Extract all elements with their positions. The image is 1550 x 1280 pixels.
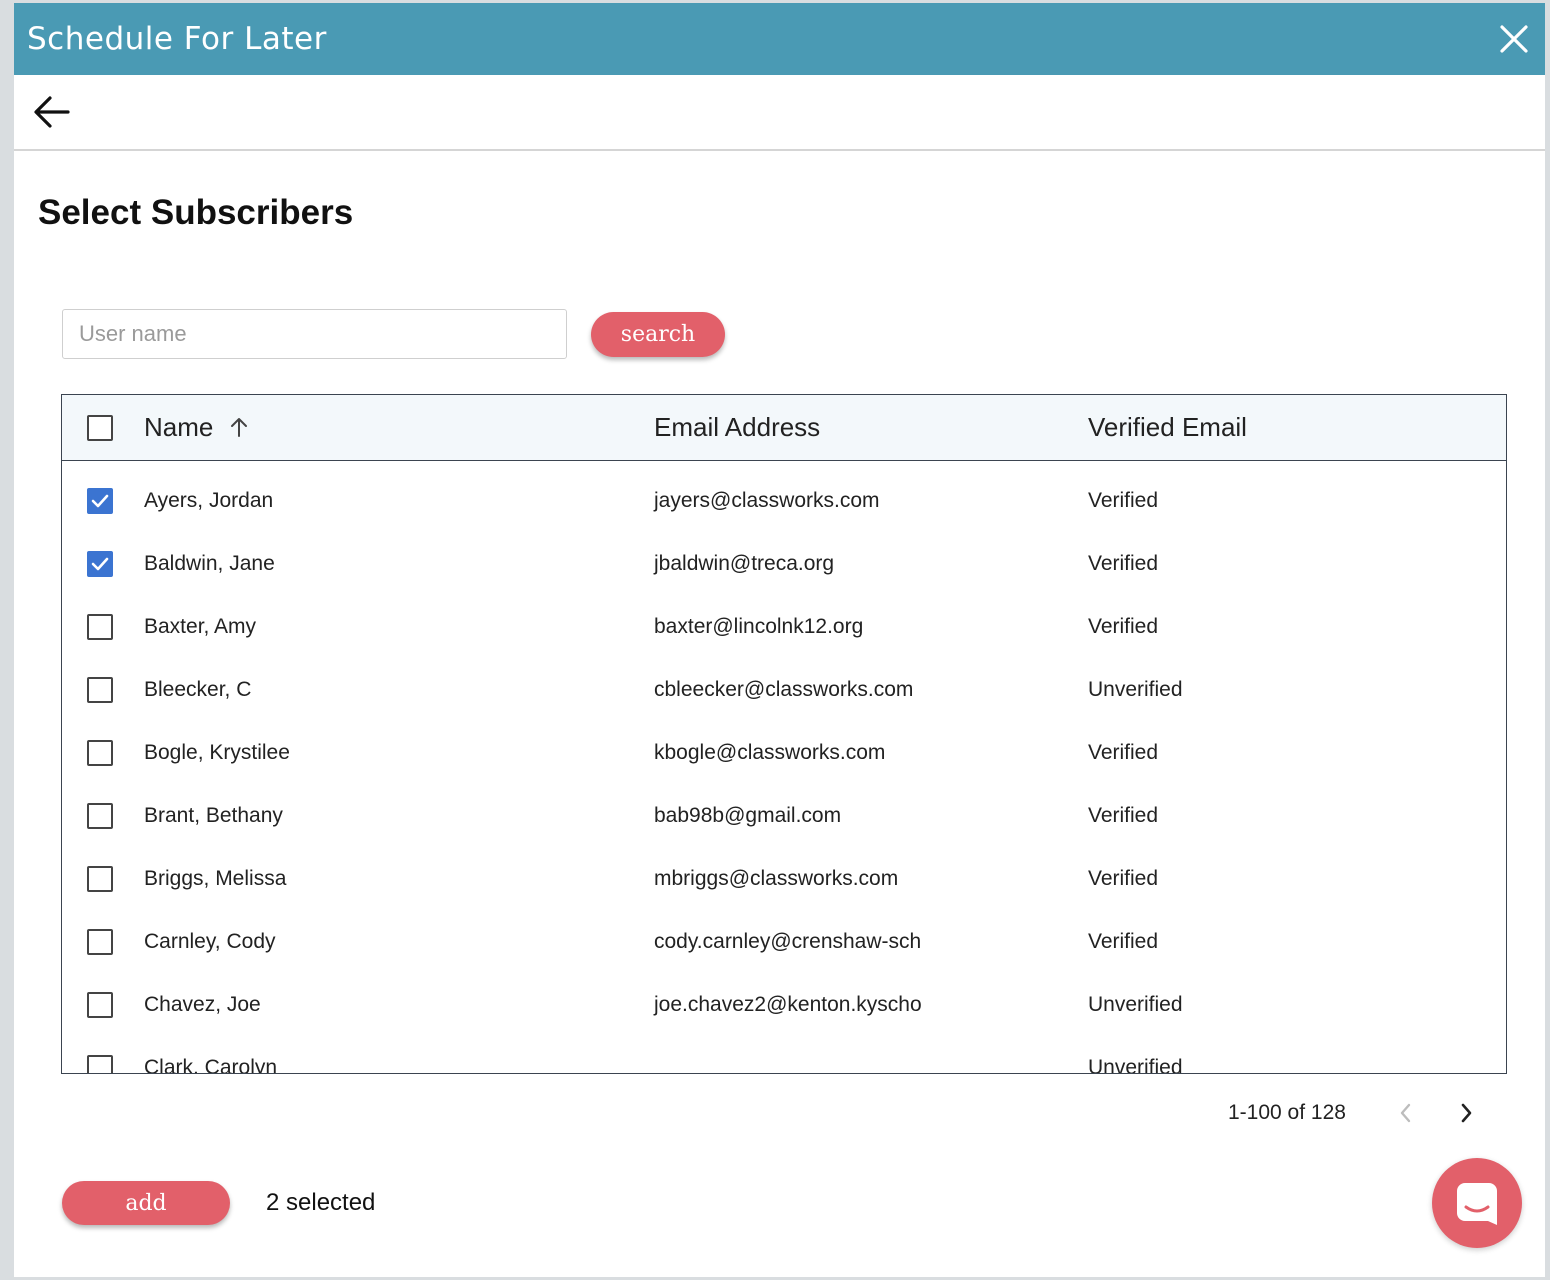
subscriber-name: Ayers, Jordan: [144, 488, 274, 512]
arrow-left-icon: [34, 96, 70, 128]
table-row[interactable]: Baldwin, Jane jbaldwin@treca.org Verifie…: [62, 532, 1506, 595]
schedule-dialog: Schedule For Later Select Subscribers se…: [14, 3, 1545, 1277]
subscriber-email: mbriggs@classworks.com: [654, 866, 899, 890]
row-checkbox[interactable]: [87, 676, 113, 703]
row-checkbox[interactable]: [87, 739, 113, 766]
subscriber-email: bab98b@gmail.com: [654, 803, 842, 827]
row-checkbox[interactable]: [87, 1054, 113, 1073]
table-row[interactable]: Chavez, Joe joe.chavez2@kenton.kyscho Un…: [62, 973, 1506, 1036]
row-checkbox[interactable]: [87, 991, 113, 1018]
table-header: Name Email Address Verified Email: [62, 395, 1506, 461]
subscriber-name: Chavez, Joe: [144, 992, 261, 1016]
table-row[interactable]: Brant, Bethany bab98b@gmail.com Verified: [62, 784, 1506, 847]
table-row[interactable]: Carnley, Cody cody.carnley@crenshaw-sch …: [62, 910, 1506, 973]
table-row[interactable]: Briggs, Melissa mbriggs@classworks.com V…: [62, 847, 1506, 910]
select-all-checkbox[interactable]: [87, 414, 113, 441]
subscriber-name: Clark, Carolyn: [144, 1055, 278, 1074]
selected-count: 2 selected: [266, 1189, 376, 1216]
verified-status: Verified: [1088, 866, 1159, 890]
table-row[interactable]: Clark, Carolyn Unverified: [62, 1036, 1506, 1074]
chevron-left-icon: [1400, 1103, 1411, 1123]
subscriber-name: Briggs, Melissa: [144, 866, 287, 890]
subscriber-name: Baldwin, Jane: [144, 551, 275, 575]
subscriber-name: Bleecker, C: [144, 677, 252, 701]
search-input[interactable]: [62, 309, 567, 359]
table-row[interactable]: Bleecker, C cbleecker@classworks.com Unv…: [62, 658, 1506, 721]
page-title: Select Subscribers: [38, 193, 354, 232]
dialog-footer: add 2 selected: [62, 1181, 375, 1225]
subscriber-name: Baxter, Amy: [144, 614, 257, 638]
verified-status: Verified: [1088, 614, 1159, 638]
table-row[interactable]: Bogle, Krystilee kbogle@classworks.com V…: [62, 721, 1506, 784]
verified-column-header[interactable]: Verified Email: [1088, 412, 1506, 443]
name-column-header[interactable]: Name: [144, 412, 654, 443]
verified-status: Verified: [1088, 488, 1159, 512]
verified-status: Verified: [1088, 740, 1159, 764]
previous-page-button[interactable]: [1388, 1095, 1424, 1131]
subscriber-name: Bogle, Krystilee: [144, 740, 290, 764]
pagination: 1-100 of 128: [1228, 1095, 1484, 1131]
page-range: 1-100 of 128: [1228, 1101, 1346, 1124]
subscriber-email: kbogle@classworks.com: [654, 740, 886, 764]
subscriber-name: Carnley, Cody: [144, 929, 276, 953]
table-body: Ayers, Jordan jayers@classworks.com Veri…: [62, 461, 1506, 1074]
chat-icon: [1457, 1183, 1497, 1225]
subscribers-table: Name Email Address Verified Email Ayers,…: [61, 394, 1507, 1074]
close-icon: [1500, 25, 1528, 53]
row-checkbox[interactable]: [87, 865, 113, 892]
search-bar: search: [62, 309, 725, 359]
subscriber-email: jbaldwin@treca.org: [654, 551, 835, 575]
verified-status: Unverified: [1088, 992, 1183, 1016]
chevron-right-icon: [1461, 1103, 1472, 1123]
dialog-titlebar: Schedule For Later: [14, 3, 1545, 75]
verified-status: Verified: [1088, 551, 1159, 575]
back-button[interactable]: [32, 92, 72, 132]
dialog-title: Schedule For Later: [27, 21, 327, 57]
dialog-navbar: [14, 75, 1545, 151]
subscriber-email: baxter@lincolnk12.org: [654, 614, 864, 638]
table-row[interactable]: Baxter, Amy baxter@lincolnk12.org Verifi…: [62, 595, 1506, 658]
subscriber-email: jayers@classworks.com: [654, 488, 880, 512]
next-page-button[interactable]: [1448, 1095, 1484, 1131]
row-checkbox[interactable]: [87, 802, 113, 829]
row-checkbox[interactable]: [87, 550, 113, 577]
subscriber-name: Brant, Bethany: [144, 803, 283, 827]
chat-launcher-button[interactable]: [1432, 1158, 1522, 1248]
table-row[interactable]: Ayers, Jordan jayers@classworks.com Veri…: [62, 469, 1506, 532]
subscriber-email: cody.carnley@crenshaw-sch: [654, 929, 922, 953]
add-button[interactable]: add: [62, 1181, 230, 1225]
verified-status: Unverified: [1088, 677, 1183, 701]
email-column-header[interactable]: Email Address: [654, 412, 1088, 443]
search-button[interactable]: search: [591, 311, 725, 357]
subscriber-email: joe.chavez2@kenton.kyscho: [654, 992, 922, 1016]
verified-status: Verified: [1088, 803, 1159, 827]
subscriber-email: cbleecker@classworks.com: [654, 677, 914, 701]
verified-status: Verified: [1088, 929, 1159, 953]
check-icon: [91, 557, 109, 570]
close-button[interactable]: [1497, 22, 1531, 56]
check-icon: [91, 494, 109, 507]
row-checkbox[interactable]: [87, 487, 113, 514]
verified-status: Unverified: [1088, 1055, 1183, 1074]
row-checkbox[interactable]: [87, 928, 113, 955]
row-checkbox[interactable]: [87, 613, 113, 640]
arrow-up-icon: [230, 418, 247, 437]
